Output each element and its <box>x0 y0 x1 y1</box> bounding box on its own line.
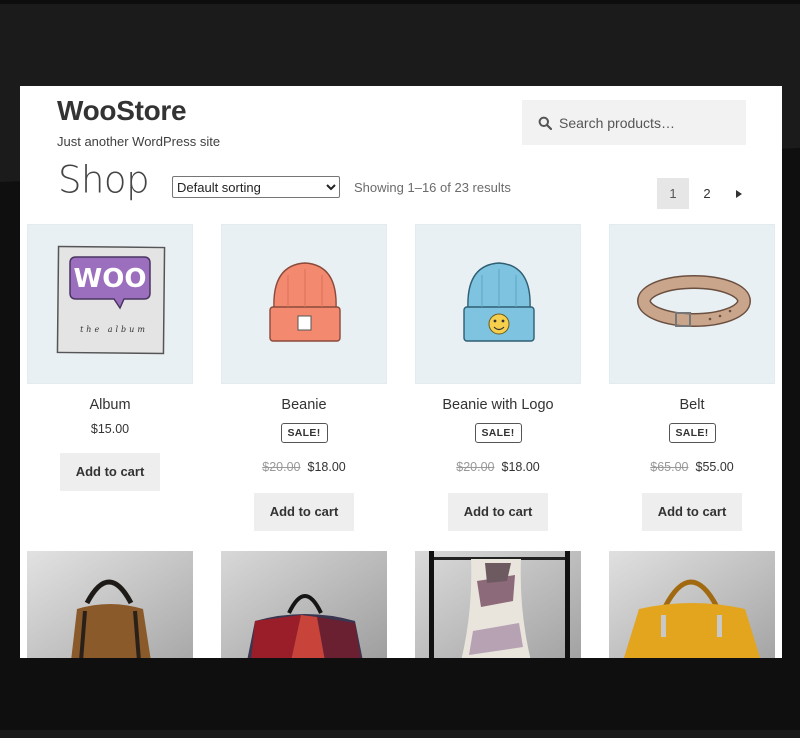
pagination: 1 2 <box>657 178 753 209</box>
top-edge <box>0 0 800 4</box>
regular-price: $65.00 <box>650 460 689 474</box>
search-box[interactable] <box>522 100 746 145</box>
search-icon <box>538 116 552 130</box>
patchwork-bag-photo[interactable] <box>221 551 387 658</box>
product-belt: Belt SALE! $65.00 $55.00 Add to cart <box>609 224 775 531</box>
search-input[interactable] <box>559 114 739 131</box>
next-page-link[interactable] <box>725 178 753 209</box>
product-beanie: Beanie SALE! $20.00 $18.00 Add to cart <box>221 224 387 531</box>
product-beanie-with-logo: Beanie with Logo SALE! $20.00 $18.00 Add … <box>415 224 581 531</box>
site-branding: WooStore Just another WordPress site <box>57 95 220 149</box>
product-row2-item-4 <box>609 551 775 658</box>
yellow-bag-photo[interactable] <box>609 551 775 658</box>
product-price: $15.00 <box>27 422 193 436</box>
page-1-current: 1 <box>657 178 689 209</box>
scarf-photo[interactable] <box>415 551 581 658</box>
regular-price: $20.00 <box>456 460 495 474</box>
product-image-album[interactable]: WOO the album <box>27 224 193 384</box>
store-page: WooStore Just another WordPress site Sho… <box>20 86 782 658</box>
add-to-cart-button[interactable]: Add to cart <box>448 493 548 531</box>
product-price: $20.00 $18.00 <box>221 460 387 474</box>
product-price: $20.00 $18.00 <box>415 460 581 474</box>
product-image-belt[interactable] <box>609 224 775 384</box>
product-name[interactable]: Beanie <box>221 397 387 413</box>
product-name[interactable]: Beanie with Logo <box>415 397 581 413</box>
svg-text:the album: the album <box>80 325 148 334</box>
product-row2-item-2 <box>221 551 387 658</box>
sale-price: $18.00 <box>307 460 346 474</box>
add-to-cart-button[interactable]: Add to cart <box>254 493 354 531</box>
product-image-beanie[interactable] <box>221 224 387 384</box>
product-name[interactable]: Belt <box>609 397 775 413</box>
product-price: $65.00 $55.00 <box>609 460 775 474</box>
sale-price: $55.00 <box>695 460 734 474</box>
product-row2-item-3 <box>415 551 581 658</box>
sale-badge: SALE! <box>474 423 522 443</box>
triangle-right-icon <box>736 189 742 198</box>
sale-badge: SALE! <box>668 423 716 443</box>
product-name[interactable]: Album <box>27 397 193 413</box>
sale-badge: SALE! <box>280 423 328 443</box>
page-2-link[interactable]: 2 <box>691 178 723 209</box>
sale-price: $18.00 <box>501 460 540 474</box>
add-to-cart-button[interactable]: Add to cart <box>60 453 160 491</box>
result-count: Showing 1–16 of 23 results <box>354 180 511 195</box>
brown-bag-photo[interactable] <box>27 551 193 658</box>
product-image-beanie-with-logo[interactable] <box>415 224 581 384</box>
site-tagline: Just another WordPress site <box>57 134 221 149</box>
product-album: WOO the album Album $15.00 Add to cart <box>27 224 193 491</box>
svg-text:WOO: WOO <box>74 264 147 294</box>
product-row2-item-1 <box>27 551 193 658</box>
regular-price: $20.00 <box>262 460 301 474</box>
site-title[interactable]: WooStore <box>57 95 220 127</box>
sorting-select[interactable]: Default sorting <box>172 176 340 198</box>
page-title: Shop <box>58 157 150 202</box>
bottom-edge <box>0 730 800 738</box>
current-price: $15.00 <box>90 422 130 436</box>
add-to-cart-button[interactable]: Add to cart <box>642 493 742 531</box>
